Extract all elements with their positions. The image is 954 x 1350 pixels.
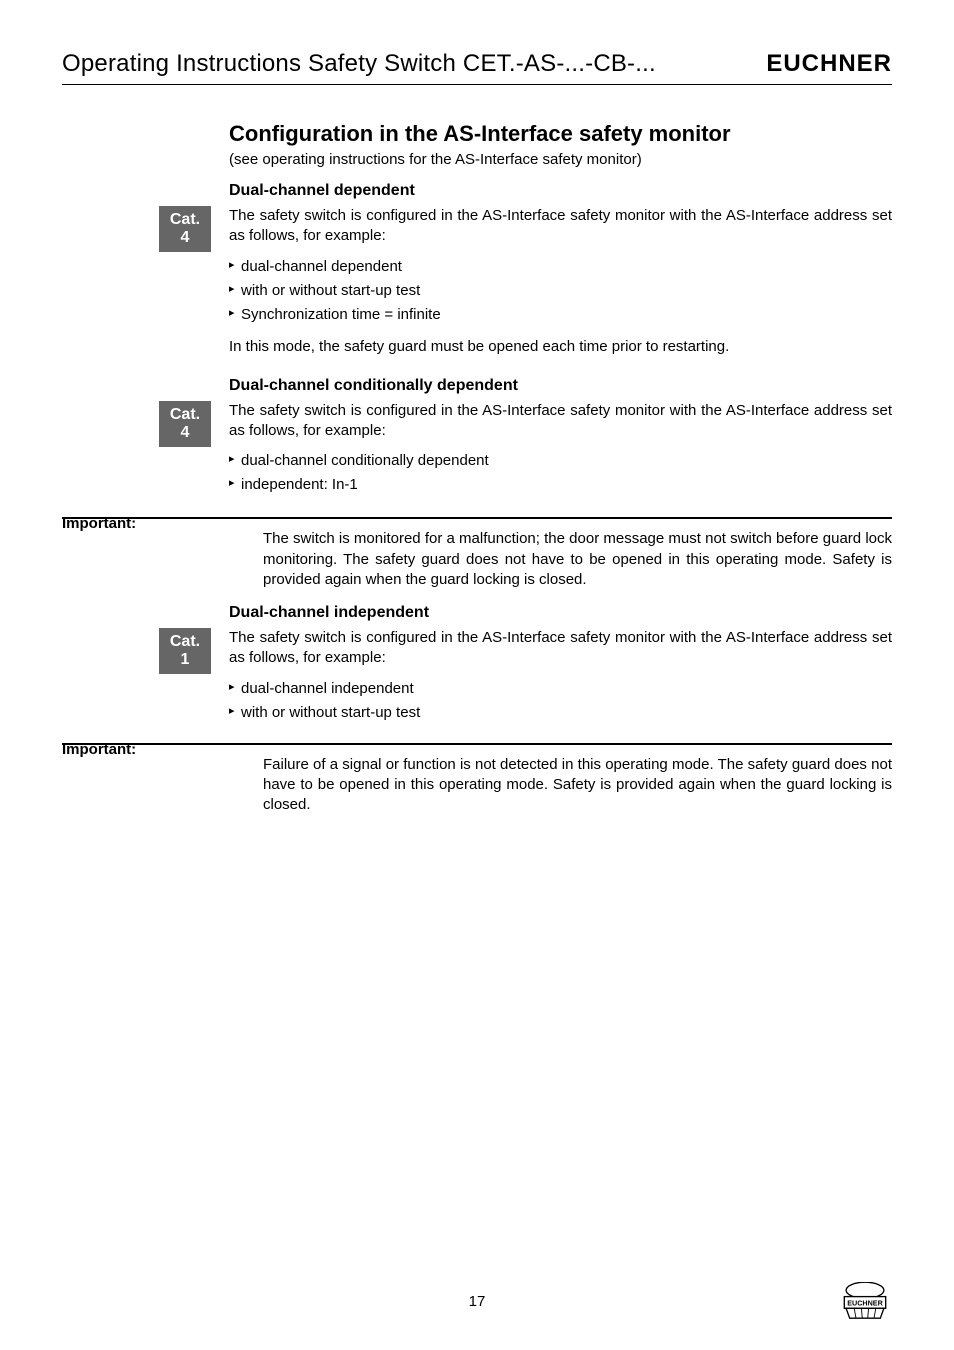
page-header: Operating Instructions Safety Switch CET…: [62, 50, 892, 85]
section2-heading: Dual-channel conditionally dependent: [229, 377, 892, 395]
list-item: dual-channel independent: [229, 677, 892, 701]
cat-badge-1: Cat. 4: [159, 206, 211, 252]
section1-intro: The safety switch is configured in the A…: [229, 206, 892, 247]
important-rule: [62, 743, 892, 745]
important2-block: Important: Failure of a signal or functi…: [229, 743, 892, 816]
important1-text: The switch is monitored for a malfunctio…: [229, 529, 892, 590]
main-subtitle: (see operating instructions for the AS-I…: [229, 151, 892, 168]
footer-logo: EUCHNER: [838, 1282, 892, 1322]
section2-intro: The safety switch is configured in the A…: [229, 401, 892, 442]
cat-badge-3: Cat. 1: [159, 628, 211, 674]
important2-text: Failure of a signal or function is not d…: [229, 755, 892, 816]
cat-number: 1: [181, 651, 190, 669]
section3-list: dual-channel independent with or without…: [229, 677, 892, 725]
section1-outro: In this mode, the safety guard must be o…: [229, 337, 892, 357]
euchner-emblem-icon: EUCHNER: [838, 1282, 892, 1322]
header-title: Operating Instructions Safety Switch CET…: [62, 50, 656, 78]
section1-block: Cat. 4 The safety switch is configured i…: [229, 206, 892, 357]
section2-block: Cat. 4 The safety switch is configured i…: [229, 401, 892, 498]
important-rule: [62, 517, 892, 519]
list-item: dual-channel conditionally dependent: [229, 449, 892, 473]
svg-text:EUCHNER: EUCHNER: [847, 1299, 883, 1308]
important-label: Important:: [62, 741, 136, 758]
section2-list: dual-channel conditionally dependent ind…: [229, 449, 892, 497]
header-logo: EUCHNER: [766, 50, 892, 78]
section3-heading: Dual-channel independent: [229, 604, 892, 622]
section1-heading: Dual-channel dependent: [229, 182, 892, 200]
list-item: Synchronization time = infinite: [229, 303, 892, 327]
section1-list: dual-channel dependent with or without s…: [229, 255, 892, 327]
cat-number: 4: [181, 229, 190, 247]
section3-intro: The safety switch is configured in the A…: [229, 628, 892, 669]
cat-badge-2: Cat. 4: [159, 401, 211, 447]
section3-block: Cat. 1 The safety switch is configured i…: [229, 628, 892, 725]
list-item: with or without start-up test: [229, 279, 892, 303]
page-number: 17: [0, 1293, 954, 1310]
main-content: Configuration in the AS-Interface safety…: [62, 121, 892, 815]
cat-label: Cat.: [170, 633, 200, 651]
important-label: Important:: [62, 515, 136, 532]
main-heading: Configuration in the AS-Interface safety…: [229, 121, 892, 147]
list-item: dual-channel dependent: [229, 255, 892, 279]
list-item: with or without start-up test: [229, 701, 892, 725]
important1-block: Important: The switch is monitored for a…: [229, 517, 892, 590]
cat-label: Cat.: [170, 406, 200, 424]
cat-number: 4: [181, 424, 190, 442]
cat-label: Cat.: [170, 211, 200, 229]
list-item: independent: In-1: [229, 473, 892, 497]
